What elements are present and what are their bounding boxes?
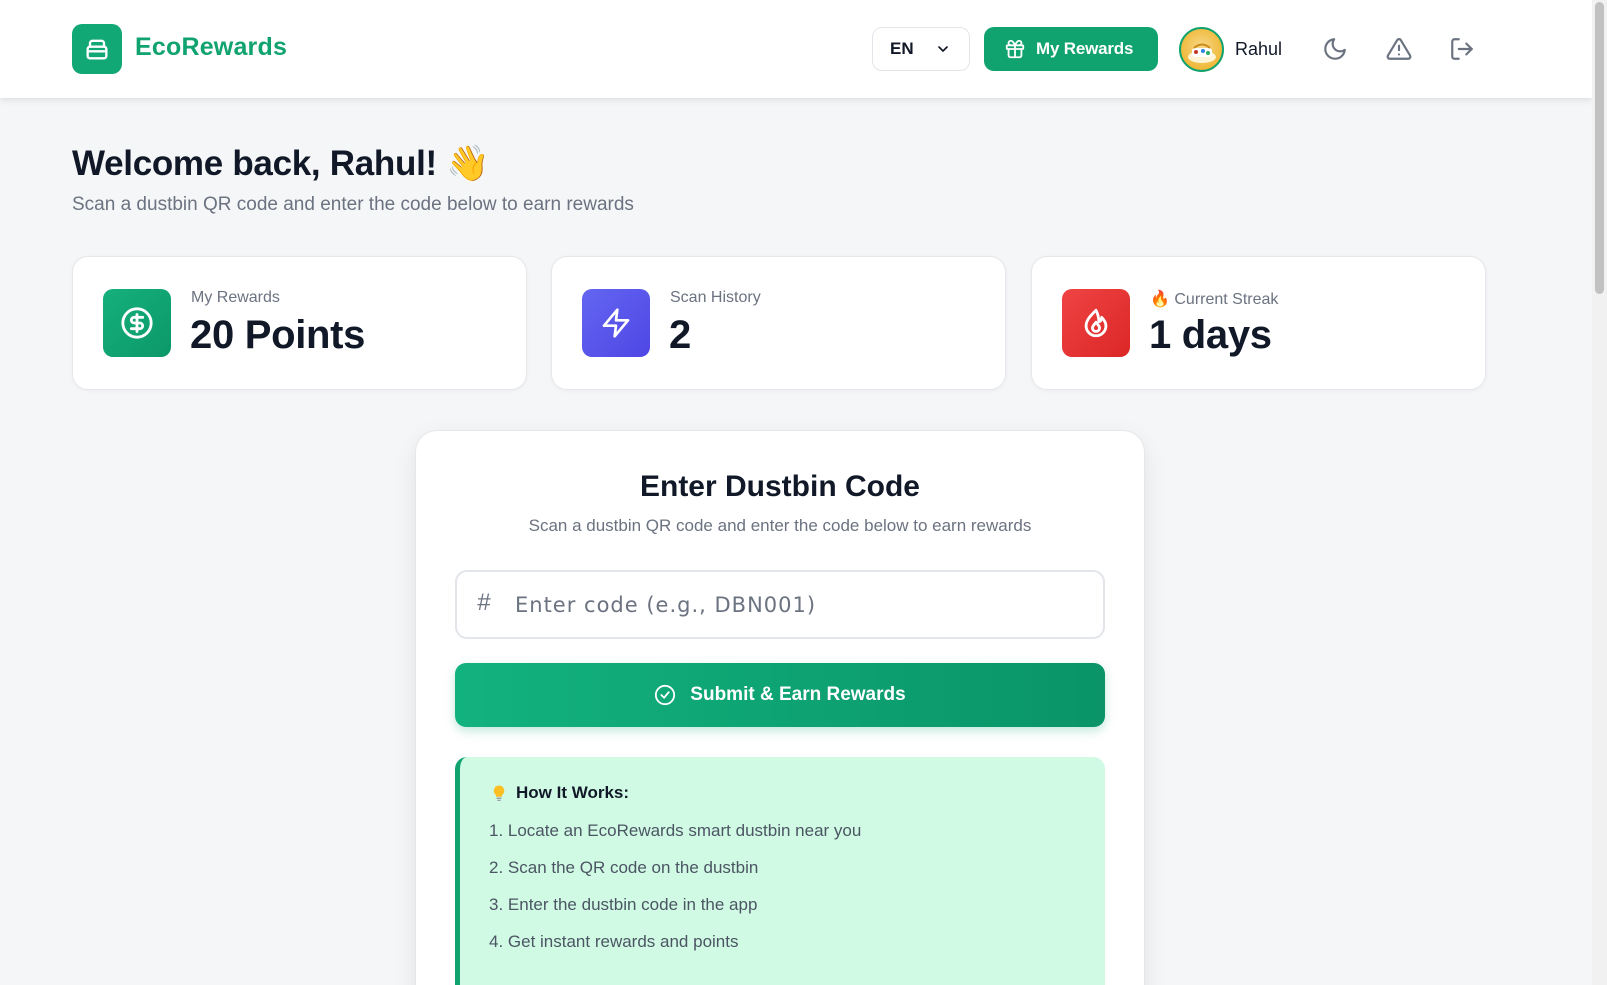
stat-label: Scan History (670, 289, 761, 306)
stat-value: 20 Points (190, 313, 366, 357)
how-step: 4. Get instant rewards and points (489, 932, 739, 951)
how-step: 2. Scan the QR code on the dustbin (489, 858, 759, 877)
stat-label: My Rewards (191, 289, 280, 306)
language-value: EN (890, 39, 914, 58)
hash-icon: # (477, 589, 491, 616)
my-rewards-button[interactable]: My Rewards (984, 27, 1158, 71)
welcome-heading: Welcome back, Rahul! 👋 (72, 144, 490, 183)
how-it-works-box: How It Works: 1. Locate an EcoRewards sm… (455, 757, 1105, 985)
alert-triangle-icon[interactable] (1386, 36, 1412, 62)
submit-label: Submit & Earn Rewards (690, 684, 906, 705)
brand-name[interactable]: EcoRewards (135, 33, 287, 62)
username[interactable]: Rahul (1235, 39, 1282, 60)
code-entry-title: Enter Dustbin Code (639, 470, 920, 503)
avatar-image (1187, 43, 1216, 63)
stat-card-rewards[interactable]: My Rewards 20 Points (72, 256, 527, 390)
language-select[interactable]: EN (872, 27, 970, 71)
gift-icon (1005, 39, 1025, 59)
stat-label: 🔥 Current Streak (1150, 291, 1279, 308)
dustbin-code-input[interactable] (515, 580, 1085, 630)
top-navbar: EcoRewards EN My Rewards Rahul (0, 0, 1592, 98)
avatar[interactable] (1179, 27, 1224, 72)
stat-value: 2 (669, 313, 691, 357)
chevron-down-icon (938, 46, 948, 52)
brand-logo[interactable] (72, 24, 122, 74)
lightbulb-icon (493, 785, 505, 801)
stat-icon-box (582, 289, 650, 357)
my-rewards-label: My Rewards (1036, 39, 1134, 58)
how-it-works-title-text: How It Works: (516, 783, 630, 802)
stat-value: 1 days (1149, 313, 1272, 357)
dollar-circle-icon (121, 307, 153, 339)
check-circle-icon (655, 684, 676, 706)
stat-card-streak[interactable]: 🔥 Current Streak 1 days (1031, 256, 1486, 390)
flame-icon (1084, 308, 1108, 338)
scrollbar-thumb[interactable] (1595, 2, 1604, 294)
stat-icon-box (103, 289, 171, 357)
code-entry-subtitle: Scan a dustbin QR code and enter the cod… (528, 516, 1032, 535)
welcome-subtitle: Scan a dustbin QR code and enter the cod… (72, 194, 634, 215)
stat-icon-box (1062, 289, 1130, 357)
how-it-works-title: How It Works: (490, 783, 629, 803)
how-step: 3. Enter the dustbin code in the app (489, 895, 758, 914)
bag-icon (86, 39, 108, 60)
submit-earn-button[interactable]: Submit & Earn Rewards (455, 663, 1105, 727)
lightning-icon (602, 308, 630, 338)
how-step: 1. Locate an EcoRewards smart dustbin ne… (489, 821, 862, 840)
logout-icon[interactable] (1449, 36, 1475, 62)
moon-icon[interactable] (1322, 36, 1348, 62)
code-input-wrapper[interactable]: # (455, 570, 1105, 639)
stat-card-scan-history[interactable]: Scan History 2 (551, 256, 1006, 390)
